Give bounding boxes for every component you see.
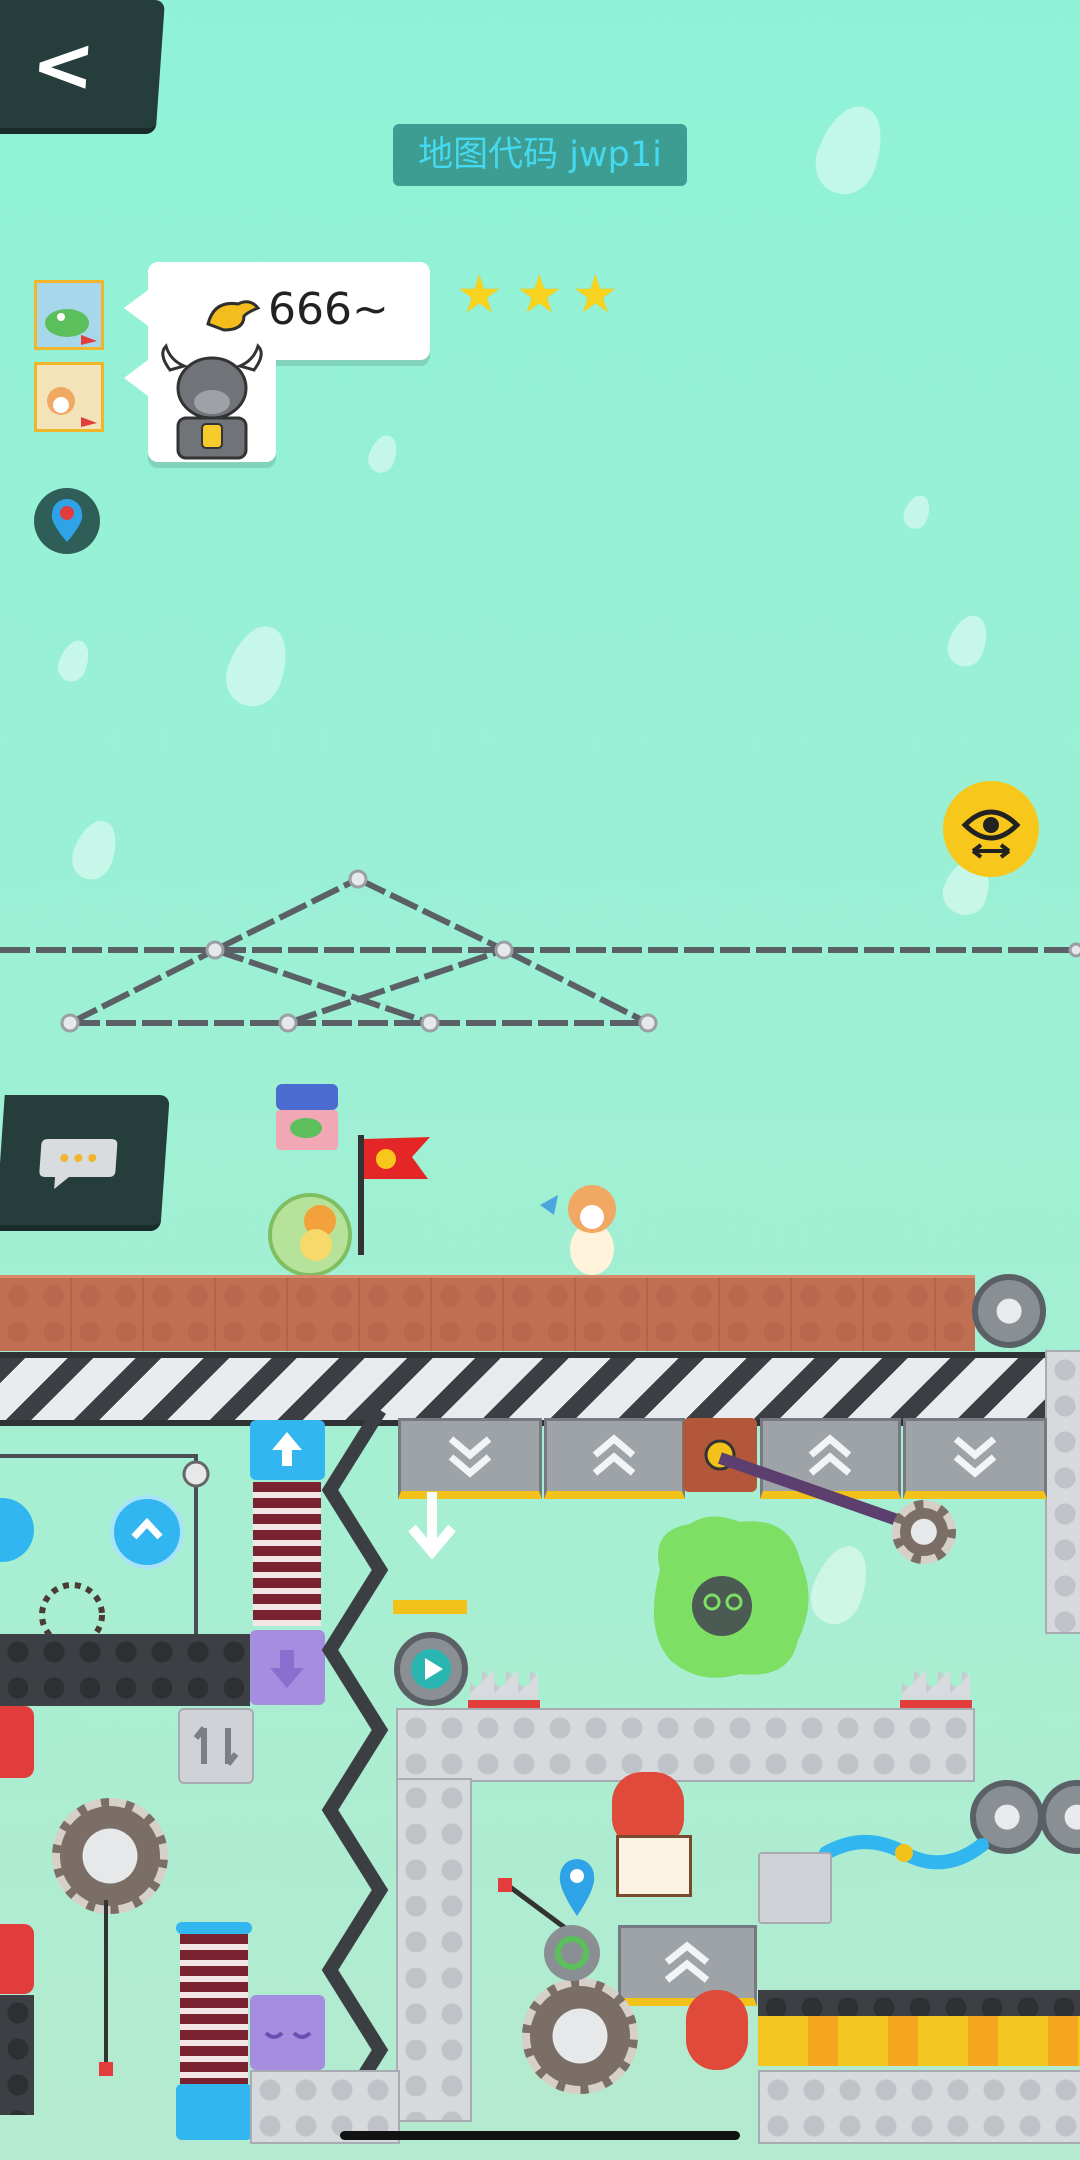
sticker-bubble <box>148 340 276 462</box>
swap-arrows-icon <box>193 1726 239 1766</box>
hazard-stripe-floor <box>0 1352 1045 1426</box>
star-icon-3: ★ <box>572 265 619 325</box>
shiba-avatar-icon <box>37 365 101 429</box>
home-indicator <box>340 2131 740 2140</box>
up-arrow-panel-3 <box>618 1925 757 2006</box>
cactus-lion-character-icon <box>268 1193 352 1277</box>
grey-floor-right <box>758 2070 1080 2144</box>
chevron-down-icon <box>448 1436 492 1478</box>
spring-cap <box>176 1922 252 1934</box>
chevron-up-icon <box>131 1517 163 1540</box>
grey-wall <box>1045 1350 1080 1634</box>
spring-column <box>253 1482 321 1626</box>
arrow-up-icon <box>272 1432 302 1466</box>
view-toggle-button[interactable] <box>943 781 1039 877</box>
circular-saw-icon-2 <box>522 1978 638 2094</box>
saw-rod <box>99 1900 113 2076</box>
duck-icon <box>206 300 261 332</box>
dark-block-row <box>0 1634 250 1706</box>
metal-crate <box>758 1852 832 1924</box>
sleeping-purple-block <box>250 1995 325 2070</box>
location-pin-icon <box>51 499 83 542</box>
closed-eyes-icon <box>264 2031 312 2039</box>
brick-platform <box>0 1275 975 1351</box>
swap-block <box>178 1708 254 1784</box>
spike-trap-2 <box>902 1665 970 1699</box>
conveyor-belt <box>758 2016 1080 2066</box>
gear-icon <box>972 1274 1046 1348</box>
player-avatar-1[interactable] <box>34 280 104 350</box>
shiba-player-character-icon <box>540 1185 616 1275</box>
truss-bridge <box>0 869 1080 1033</box>
eye-swap-icon <box>961 809 1021 859</box>
comment-text: 666~ <box>268 284 389 335</box>
chevron-up-icon <box>664 1941 710 1983</box>
zigzag-ladder <box>321 1406 389 2134</box>
chevron-left-icon: < <box>28 20 99 109</box>
spike-trap <box>470 1665 538 1699</box>
windmill-blade-icon <box>819 1835 989 1870</box>
chevron-up-icon <box>592 1434 636 1476</box>
crocodile-avatar-icon <box>37 283 101 347</box>
bull-sticker-icon <box>161 343 263 460</box>
green-slime-monster-icon <box>653 1516 809 1678</box>
player-avatar-2[interactable] <box>34 362 104 432</box>
down-arrow-panel <box>398 1418 542 1499</box>
spring-column-2 <box>180 1934 248 2084</box>
spring-top-button <box>250 1420 325 1480</box>
location-button[interactable] <box>34 488 100 554</box>
grey-floor <box>396 1708 975 1782</box>
chat-bubble-icon <box>39 1139 118 1189</box>
small-saw-icon <box>892 1500 956 1564</box>
arrow-down-icon <box>270 1650 304 1688</box>
red-block-2 <box>0 1924 34 1994</box>
circular-saw-icon <box>52 1798 168 1914</box>
red-lantern-icon-2 <box>686 1990 748 2070</box>
play-icon <box>411 1649 451 1689</box>
conveyor-top <box>758 1990 1080 2016</box>
blue-bumper <box>110 1495 184 1569</box>
map-code-label: 地图代码 jwp1i <box>393 124 687 186</box>
grey-column <box>396 1778 472 2122</box>
spring-base-button <box>176 2084 252 2140</box>
chat-button[interactable] <box>0 1095 170 1231</box>
purple-press-block <box>250 1630 325 1705</box>
star-icon-2: ★ <box>516 265 563 325</box>
red-block <box>0 1706 34 1778</box>
green-rotate-gear-icon <box>544 1925 600 1981</box>
play-gear-button[interactable] <box>394 1632 468 1706</box>
dark-block-column <box>0 1995 34 2115</box>
down-hint-arrow-icon <box>408 1492 456 1560</box>
back-button[interactable]: < <box>0 0 166 134</box>
up-arrow-panel <box>544 1418 685 1499</box>
gear-icon-3 <box>1040 1780 1080 1854</box>
star-icon-1: ★ <box>456 265 503 325</box>
yellow-pad <box>393 1600 467 1614</box>
sign-board-icon <box>616 1835 692 1897</box>
